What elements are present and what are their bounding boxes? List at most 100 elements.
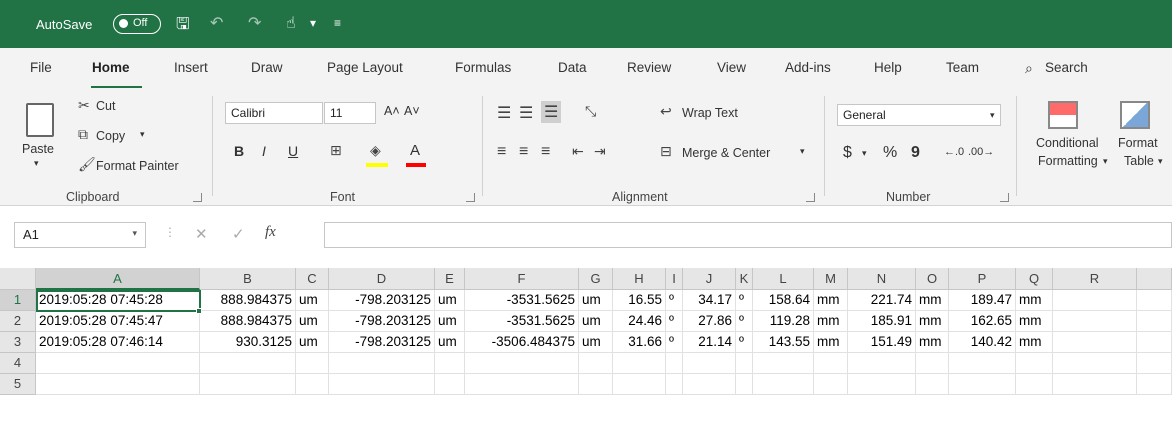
table-cell[interactable] — [579, 374, 613, 395]
table-cell[interactable] — [753, 353, 814, 374]
table-cell[interactable] — [465, 374, 579, 395]
table-cell[interactable]: 24.46 — [613, 311, 666, 332]
wrap-text-button[interactable]: Wrap Text — [682, 106, 738, 120]
column-header-f[interactable]: F — [465, 268, 579, 290]
search-icon[interactable]: ⌕ — [1025, 60, 1033, 77]
formula-input[interactable] — [324, 222, 1172, 248]
table-cell[interactable] — [1016, 353, 1053, 374]
table-cell[interactable]: 143.55 — [753, 332, 814, 353]
tab-help[interactable]: Help — [874, 60, 902, 75]
font-size-select[interactable]: 11 — [324, 102, 376, 124]
italic-button[interactable]: I — [262, 143, 266, 159]
table-cell[interactable] — [1137, 332, 1172, 353]
table-cell[interactable] — [36, 374, 200, 395]
table-cell[interactable]: º — [736, 332, 753, 353]
number-launcher-icon[interactable] — [1000, 193, 1009, 202]
decrease-indent-icon[interactable]: ⇤ — [572, 143, 584, 160]
alignment-launcher-icon[interactable] — [806, 193, 815, 202]
conditional-formatting-dropdown-icon[interactable]: ▾ — [1103, 156, 1108, 167]
row-header[interactable]: 1 — [0, 290, 36, 311]
table-cell[interactable] — [200, 374, 296, 395]
autosave-toggle[interactable]: Off — [113, 14, 161, 34]
table-cell[interactable] — [949, 353, 1016, 374]
tab-data[interactable]: Data — [558, 60, 587, 75]
select-all-corner[interactable] — [0, 268, 36, 290]
table-cell[interactable]: 2019:05:28 07:45:47 — [36, 311, 200, 332]
table-cell[interactable] — [296, 374, 329, 395]
table-cell[interactable]: 189.47 — [949, 290, 1016, 311]
number-format-select[interactable]: General — [837, 104, 1001, 126]
format-as-table-button[interactable]: Format — [1118, 136, 1158, 150]
search-box[interactable]: Search — [1045, 60, 1088, 75]
dropdown-icon[interactable]: ▾ — [310, 16, 316, 30]
table-cell[interactable]: 151.49 — [848, 332, 916, 353]
comma-style-button[interactable]: 9 — [911, 144, 920, 162]
copy-dropdown-icon[interactable]: ▾ — [140, 129, 145, 140]
table-cell[interactable] — [1053, 353, 1137, 374]
column-header-n[interactable]: N — [848, 268, 916, 290]
column-header-g[interactable]: G — [579, 268, 613, 290]
align-middle-icon[interactable]: ☰ — [519, 103, 533, 123]
column-header-k[interactable]: K — [736, 268, 753, 290]
table-cell[interactable]: -798.203125 — [329, 311, 435, 332]
borders-icon[interactable]: ⊞ — [330, 142, 342, 159]
tab-formulas[interactable]: Formulas — [455, 60, 511, 75]
tab-view[interactable]: View — [717, 60, 746, 75]
table-cell[interactable]: 16.55 — [613, 290, 666, 311]
table-cell[interactable] — [683, 374, 736, 395]
table-cell[interactable]: 221.74 — [848, 290, 916, 311]
table-cell[interactable]: 888.984375 — [200, 290, 296, 311]
table-cell[interactable]: -798.203125 — [329, 290, 435, 311]
redo-icon[interactable]: ↷ — [248, 13, 261, 33]
format-painter-button[interactable]: Format Painter — [96, 159, 179, 173]
column-header-s[interactable] — [1137, 268, 1172, 290]
shrink-font-icon[interactable]: A˅ — [404, 104, 420, 118]
table-cell[interactable] — [435, 374, 465, 395]
table-cell[interactable]: mm — [1016, 311, 1053, 332]
percent-button[interactable]: % — [883, 144, 897, 162]
copy-button[interactable]: Copy — [96, 129, 125, 143]
table-cell[interactable] — [666, 353, 683, 374]
table-cell[interactable]: 888.984375 — [200, 311, 296, 332]
font-name-select[interactable]: Calibri — [225, 102, 323, 124]
paste-icon[interactable] — [26, 103, 54, 137]
table-cell[interactable] — [613, 374, 666, 395]
table-cell[interactable]: um — [579, 311, 613, 332]
column-header-d[interactable]: D — [329, 268, 435, 290]
paste-dropdown-icon[interactable]: ▾ — [34, 158, 39, 169]
font-launcher-icon[interactable] — [466, 193, 475, 202]
format-as-table-dropdown-icon[interactable]: ▾ — [1158, 156, 1163, 167]
table-cell[interactable] — [949, 374, 1016, 395]
conditional-formatting-button[interactable]: Conditional — [1036, 136, 1099, 150]
row-header[interactable]: 5 — [0, 374, 36, 395]
table-cell[interactable] — [329, 374, 435, 395]
table-cell[interactable]: 34.17 — [683, 290, 736, 311]
currency-button[interactable]: $ — [843, 144, 852, 162]
table-cell[interactable]: um — [435, 311, 465, 332]
tab-add-ins[interactable]: Add-ins — [785, 60, 831, 75]
save-icon[interactable]: 🖫 — [176, 13, 190, 40]
cut-button[interactable]: Cut — [96, 99, 115, 113]
table-cell[interactable] — [1137, 353, 1172, 374]
table-cell[interactable]: 27.86 — [683, 311, 736, 332]
column-header-m[interactable]: M — [814, 268, 848, 290]
table-cell[interactable] — [579, 353, 613, 374]
decrease-decimal-icon[interactable]: .00→ — [968, 146, 994, 158]
clipboard-launcher-icon[interactable] — [193, 193, 202, 202]
table-cell[interactable] — [916, 353, 949, 374]
table-cell[interactable] — [36, 353, 200, 374]
tab-review[interactable]: Review — [627, 60, 671, 75]
table-cell[interactable] — [666, 374, 683, 395]
fill-handle[interactable] — [196, 308, 202, 314]
column-header-h[interactable]: H — [613, 268, 666, 290]
align-right-icon[interactable]: ≡ — [541, 143, 550, 161]
tab-file[interactable]: File — [30, 60, 52, 75]
align-top-icon[interactable]: ☰ — [497, 103, 511, 123]
conditional-formatting-label-2[interactable]: Formatting — [1038, 154, 1098, 168]
format-as-table-icon[interactable] — [1120, 101, 1150, 129]
table-cell[interactable]: mm — [916, 290, 949, 311]
align-center-icon[interactable]: ≡ — [519, 143, 528, 161]
merge-dropdown-icon[interactable]: ▾ — [800, 146, 805, 157]
align-left-icon[interactable]: ≡ — [497, 143, 506, 161]
table-cell[interactable]: um — [296, 332, 329, 353]
